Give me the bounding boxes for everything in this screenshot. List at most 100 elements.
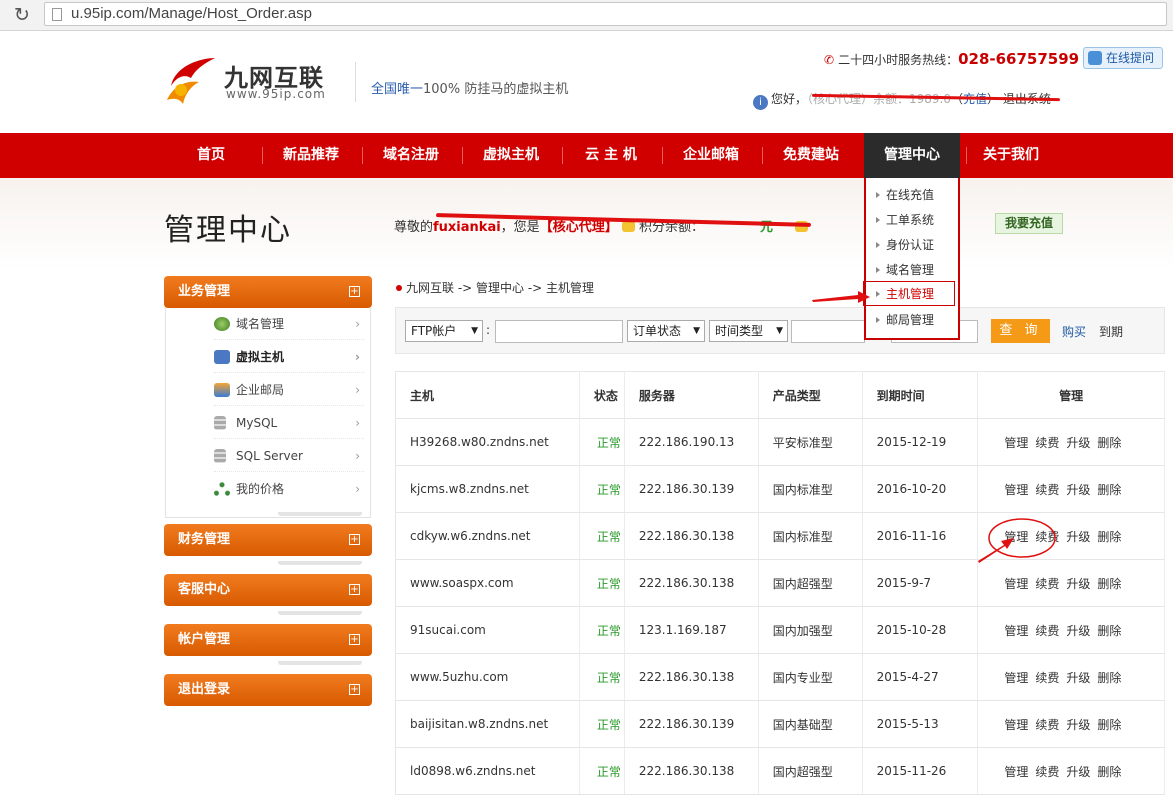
menu-item-identity[interactable]: 身份认证: [872, 233, 956, 258]
renew-link[interactable]: 续费: [1035, 671, 1059, 685]
sidebar-item-mail[interactable]: 企业邮局 ›: [214, 374, 364, 406]
upgrade-link[interactable]: 升级: [1066, 765, 1090, 779]
table-row: H39268.w80.zndns.net 正常 222.186.190.13 平…: [395, 418, 1165, 466]
recharge-button[interactable]: 我要充值: [995, 213, 1063, 234]
arrow-annotation: [812, 291, 870, 303]
sidebar-item-mysql[interactable]: MySQL ›: [214, 407, 364, 439]
sidebar-item-label: 我的价格: [236, 482, 285, 496]
delete-link[interactable]: 删除: [1097, 718, 1121, 732]
expire-filter[interactable]: 到期: [1099, 323, 1123, 340]
online-support-button[interactable]: 在线提问: [1083, 47, 1163, 69]
delete-link[interactable]: 删除: [1097, 577, 1121, 591]
nav-new-products[interactable]: 新品推荐: [270, 133, 352, 178]
start-date-input[interactable]: [791, 320, 865, 343]
sidebar-section-account[interactable]: 帐户管理 +: [164, 624, 372, 656]
renew-link[interactable]: 续费: [1035, 483, 1059, 497]
upgrade-link[interactable]: 升级: [1066, 577, 1090, 591]
manage-link[interactable]: 管理: [1004, 436, 1028, 450]
address-bar[interactable]: u.95ip.com/Manage/Host_Order.asp: [44, 2, 1167, 26]
sidebar-item-domain[interactable]: 域名管理 ›: [214, 308, 364, 340]
manage-link[interactable]: 管理: [1004, 671, 1028, 685]
menu-item-recharge[interactable]: 在线充值: [872, 183, 956, 208]
expand-icon[interactable]: +: [349, 634, 360, 645]
menu-item-mail-manage[interactable]: 邮局管理: [872, 308, 956, 333]
renew-link[interactable]: 续费: [1035, 577, 1059, 591]
sidebar-section-logout[interactable]: 退出登录 +: [164, 674, 372, 706]
query-button[interactable]: 查 询: [991, 319, 1050, 343]
caret-right-icon: [876, 267, 880, 273]
manage-link[interactable]: 管理: [1004, 577, 1028, 591]
manage-link[interactable]: 管理: [1004, 765, 1028, 779]
upgrade-link[interactable]: 升级: [1066, 483, 1090, 497]
type-cell: 国内超强型: [758, 747, 863, 795]
delete-link[interactable]: 删除: [1097, 624, 1121, 638]
upgrade-link[interactable]: 升级: [1066, 530, 1090, 544]
manage-link[interactable]: 管理: [1004, 483, 1028, 497]
host-cell: H39268.w80.zndns.net: [395, 418, 580, 466]
renew-link[interactable]: 续费: [1035, 718, 1059, 732]
hotline: ✆ 二十四小时服务热线：028-66757599: [824, 50, 1079, 68]
order-status-select[interactable]: 订单状态 ▼: [627, 320, 705, 342]
nav-about[interactable]: 关于我们: [970, 133, 1052, 178]
renew-link[interactable]: 续费: [1035, 765, 1059, 779]
menu-item-tickets[interactable]: 工单系统: [872, 208, 956, 233]
actions-cell: 管理 续费 升级 删除: [977, 465, 1165, 513]
status-cell: 正常: [579, 512, 625, 560]
expand-icon[interactable]: +: [349, 684, 360, 695]
expand-icon[interactable]: +: [349, 534, 360, 545]
renew-link[interactable]: 续费: [1035, 436, 1059, 450]
manage-link[interactable]: 管理: [1004, 530, 1028, 544]
menu-item-host-manage[interactable]: 主机管理: [863, 281, 955, 306]
manage-link[interactable]: 管理: [1004, 624, 1028, 638]
upgrade-link[interactable]: 升级: [1066, 718, 1090, 732]
sidebar-section-business[interactable]: 业务管理 +: [164, 276, 372, 308]
expire-cell: 2015-5-13: [862, 700, 979, 748]
sidebar-item-sqlserver[interactable]: SQL Server ›: [214, 440, 364, 472]
upgrade-link[interactable]: 升级: [1066, 624, 1090, 638]
nav-home[interactable]: 首页: [180, 133, 242, 178]
address-text[interactable]: u.95ip.com/Manage/Host_Order.asp: [71, 5, 312, 22]
sidebar-section-footer: [278, 611, 362, 615]
sidebar-section-finance[interactable]: 财务管理 +: [164, 524, 372, 556]
menu-item-domain-manage[interactable]: 域名管理: [872, 258, 956, 283]
delete-link[interactable]: 删除: [1097, 765, 1121, 779]
server-cell: 222.186.30.139: [624, 465, 759, 513]
delete-link[interactable]: 删除: [1097, 483, 1121, 497]
logo-icon[interactable]: [165, 56, 217, 106]
delete-link[interactable]: 删除: [1097, 671, 1121, 685]
renew-link[interactable]: 续费: [1035, 624, 1059, 638]
nav-domain[interactable]: 域名注册: [370, 133, 452, 178]
colon: :: [486, 323, 491, 337]
online-support-label: 在线提问: [1106, 51, 1155, 65]
nav-email[interactable]: 企业邮箱: [670, 133, 752, 178]
sidebar-item-price[interactable]: 我的价格 ›: [214, 473, 364, 505]
sidebar-section-footer: [278, 661, 362, 665]
nav-separator: [362, 147, 363, 164]
host-table: 主机 状态 服务器 产品类型 到期时间 管理 H39268.w80.zndns.…: [395, 371, 1165, 795]
field-select[interactable]: FTP帐户 ▼: [405, 320, 483, 342]
nav-hosting[interactable]: 虚拟主机: [470, 133, 552, 178]
expand-icon[interactable]: +: [349, 286, 360, 297]
delete-link[interactable]: 删除: [1097, 436, 1121, 450]
upgrade-link[interactable]: 升级: [1066, 436, 1090, 450]
field-select-value: FTP帐户: [411, 324, 457, 338]
search-input[interactable]: [495, 320, 623, 343]
sidebar-section-service[interactable]: 客服中心 +: [164, 574, 372, 606]
manage-link[interactable]: 管理: [1004, 718, 1028, 732]
upgrade-link[interactable]: 升级: [1066, 671, 1090, 685]
sidebar-item-label: MySQL: [236, 416, 278, 430]
caret-right-icon: [876, 291, 880, 297]
reload-icon[interactable]: ↻: [14, 4, 30, 26]
time-type-select[interactable]: 时间类型 ▼: [709, 320, 788, 342]
col-host: 主机: [395, 371, 580, 419]
nav-cloud[interactable]: 云 主 机: [570, 133, 652, 178]
nav-manage-center[interactable]: 管理中心: [864, 133, 960, 178]
delete-link[interactable]: 删除: [1097, 530, 1121, 544]
sidebar-item-hosting[interactable]: 虚拟主机 ›: [214, 341, 364, 373]
sidebar-item-label: 虚拟主机: [236, 350, 285, 364]
buy-link[interactable]: 购买: [1062, 323, 1086, 340]
nav-free-site[interactable]: 免费建站: [770, 133, 852, 178]
sidebar-section-footer: [278, 512, 362, 516]
renew-link[interactable]: 续费: [1035, 530, 1059, 544]
expand-icon[interactable]: +: [349, 584, 360, 595]
